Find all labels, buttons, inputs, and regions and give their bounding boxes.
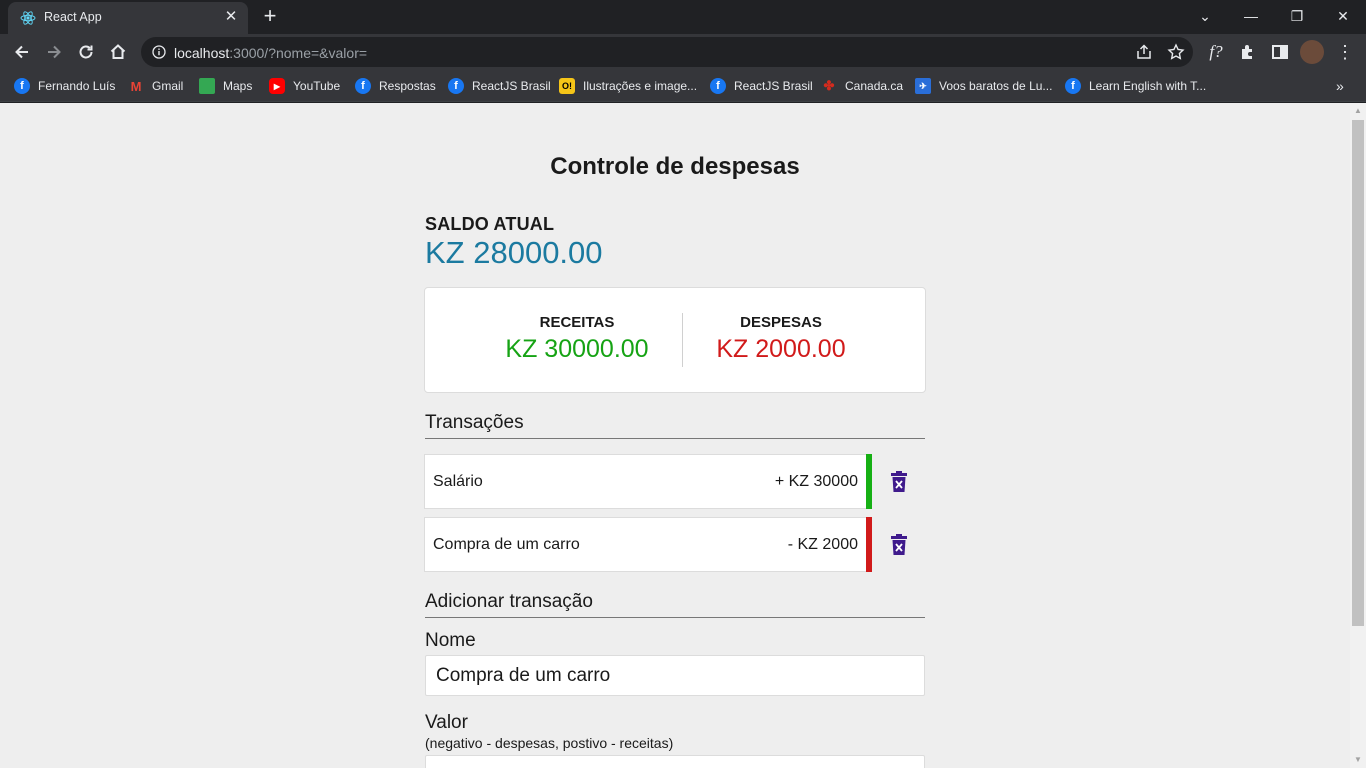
bookmark-item[interactable]: Maps	[199, 76, 252, 96]
maple-leaf-icon: ✤	[823, 78, 835, 93]
gmail-icon: M	[130, 78, 142, 94]
transaction-list: Salário + KZ 30000 Compra de um carro - …	[424, 454, 924, 580]
balance-value: KZ 28000.00	[425, 235, 603, 270]
facebook-icon: f	[448, 78, 464, 94]
new-tab-button[interactable]: +	[258, 5, 282, 29]
value-hint: (negativo - despesas, postivo - receitas…	[425, 735, 674, 751]
bookmark-item[interactable]: f ReactJS Brasil	[710, 76, 813, 96]
scroll-up-icon[interactable]: ▲	[1354, 107, 1362, 115]
home-icon	[110, 44, 126, 59]
balance-label: SALDO ATUAL	[425, 214, 555, 234]
info-icon[interactable]	[152, 45, 166, 59]
name-input[interactable]	[425, 655, 925, 696]
value-input[interactable]	[425, 755, 925, 768]
income-label: RECEITAS	[539, 314, 615, 331]
minimize-button[interactable]: —	[1228, 2, 1274, 30]
name-label: Nome	[425, 630, 476, 651]
bookmarks-bar: f Fernando Luís M Gmail Maps ▶ YouTube f…	[0, 70, 1366, 102]
avatar[interactable]	[1300, 40, 1324, 64]
reload-button[interactable]	[72, 38, 100, 66]
menu-dots-icon[interactable]: ⋮	[1334, 41, 1356, 63]
arrow-right-icon	[48, 45, 61, 59]
bookmark-item[interactable]: M Gmail	[128, 76, 184, 96]
page-viewport: Controle de despesas SALDO ATUAL KZ 2800…	[0, 103, 1350, 768]
flights-icon: ✈	[915, 78, 931, 94]
transactions-heading: Transações	[425, 412, 925, 439]
bookmark-item[interactable]: ▶ YouTube	[269, 76, 340, 96]
close-tab-icon[interactable]: ✕	[222, 8, 240, 26]
bookmark-item[interactable]: f ReactJS Brasil	[448, 76, 551, 96]
income-column: RECEITAS KZ 30000.00	[477, 314, 677, 364]
bookmark-item[interactable]: ✈ Voos baratos de Lu...	[915, 76, 1052, 96]
star-icon[interactable]	[1167, 43, 1185, 61]
tab-title: React App	[44, 10, 102, 24]
income-indicator	[866, 454, 872, 509]
address-bar[interactable]: localhost:3000/?nome=&valor=	[141, 37, 1193, 67]
scroll-down-icon[interactable]: ▼	[1354, 756, 1362, 764]
transaction-amount: + KZ 30000	[774, 473, 858, 490]
browser-tab-strip: React App ✕ + ⌄ — ❐ ✕	[0, 0, 1366, 34]
transaction-row: Salário + KZ 30000	[424, 454, 907, 509]
side-panel-icon[interactable]	[1269, 41, 1291, 63]
forward-button[interactable]	[40, 38, 68, 66]
expense-indicator	[866, 517, 872, 572]
close-window-button[interactable]: ✕	[1320, 2, 1366, 30]
bookmark-item[interactable]: f Respostas	[355, 76, 436, 96]
home-button[interactable]	[104, 38, 132, 66]
facebook-icon: f	[710, 78, 726, 94]
transaction-amount: - KZ 2000	[787, 536, 858, 553]
trash-icon[interactable]	[889, 533, 909, 557]
trash-icon[interactable]	[889, 470, 909, 494]
url-text[interactable]: localhost:3000/?nome=&valor=	[174, 45, 367, 61]
income-value: KZ 30000.00	[505, 335, 649, 363]
oi-icon: O!	[559, 78, 575, 94]
bookmark-item[interactable]: f Fernando Luís	[14, 76, 115, 96]
react-icon	[20, 11, 36, 25]
expense-column: DESPESAS KZ 2000.00	[681, 314, 881, 364]
more-bookmarks-icon[interactable]: »	[1336, 76, 1344, 96]
transaction-name: Compra de um carro	[433, 536, 580, 553]
reload-icon	[79, 45, 93, 59]
facebook-icon: f	[355, 78, 371, 94]
expense-label: DESPESAS	[740, 314, 822, 331]
tab-search-icon[interactable]: ⌄	[1182, 2, 1228, 30]
bookmark-item[interactable]: ✤ Canada.ca	[821, 76, 904, 96]
puzzle-icon[interactable]	[1237, 41, 1259, 63]
share-icon[interactable]	[1135, 43, 1153, 61]
browser-tab[interactable]: React App ✕	[8, 2, 248, 34]
add-transaction-heading: Adicionar transação	[425, 591, 925, 618]
income-expense-summary: RECEITAS KZ 30000.00 DESPESAS KZ 2000.00	[424, 287, 926, 393]
bookmark-item[interactable]: f Learn English with T...	[1065, 76, 1206, 96]
youtube-icon: ▶	[269, 78, 285, 94]
facebook-icon: f	[1065, 78, 1081, 94]
facebook-icon: f	[14, 78, 30, 94]
transaction-row: Compra de um carro - KZ 2000	[424, 517, 907, 572]
scroll-thumb[interactable]	[1352, 120, 1364, 626]
browser-toolbar: localhost:3000/?nome=&valor= f? ⋮	[0, 34, 1366, 70]
back-button[interactable]	[8, 38, 36, 66]
maps-icon	[199, 78, 215, 94]
bookmark-item[interactable]: O! Ilustrações e image...	[559, 76, 697, 96]
restore-button[interactable]: ❐	[1274, 2, 1320, 30]
value-label: Valor	[425, 712, 468, 733]
arrow-left-icon	[15, 45, 28, 59]
transaction-name: Salário	[433, 473, 483, 490]
expense-value: KZ 2000.00	[716, 335, 846, 363]
page-title: Controle de despesas	[550, 153, 800, 180]
page-scrollbar[interactable]: ▲ ▼	[1350, 103, 1366, 768]
font-finder-icon[interactable]: f?	[1205, 41, 1227, 63]
